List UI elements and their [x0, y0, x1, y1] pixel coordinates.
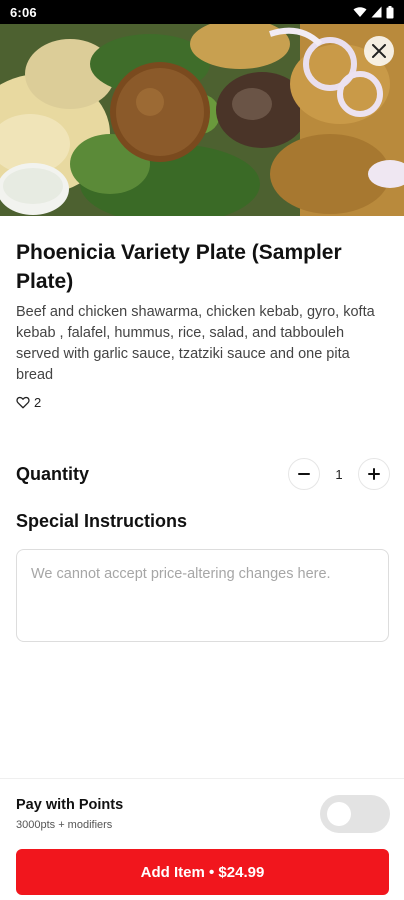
special-instructions-label: Special Instructions [16, 511, 188, 531]
close-icon [372, 44, 386, 58]
status-bar: 6:06 [0, 0, 404, 24]
heart-outline-icon [16, 396, 30, 409]
like-count-value: 2 [34, 395, 42, 410]
close-button[interactable] [364, 36, 394, 66]
pay-with-points-toggle[interactable] [320, 795, 390, 833]
item-title: Phoenicia Variety Plate (Sampler Plate) [16, 241, 342, 293]
checkout-footer: Pay with Points 3000pts + modifiers Add … [0, 778, 404, 900]
minus-icon [298, 473, 310, 475]
item-details: Phoenicia Variety Plate (Sampler Plate) … [16, 238, 388, 410]
pay-with-points-label: Pay with Points [16, 797, 124, 813]
add-item-button[interactable]: Add Item • $24.99 [16, 849, 389, 895]
quantity-row: Quantity 1 [16, 456, 390, 492]
toggle-knob [327, 802, 351, 826]
quantity-stepper: 1 [288, 458, 390, 490]
pay-with-points-subtext: 3000pts + modifiers [16, 819, 113, 831]
like-count[interactable]: 2 [16, 395, 388, 410]
quantity-label: Quantity [16, 463, 90, 484]
plus-icon [368, 468, 380, 480]
signal-icon [371, 6, 382, 18]
increment-button[interactable] [358, 458, 390, 490]
hero-image [0, 24, 404, 216]
item-description: Beef and chicken shawarma, chicken kebab… [16, 304, 375, 383]
battery-icon [386, 5, 394, 18]
decrement-button[interactable] [288, 458, 320, 490]
status-icons [353, 5, 394, 19]
special-instructions-input[interactable] [16, 549, 389, 642]
status-time: 6:06 [10, 4, 37, 20]
wifi-icon [353, 7, 367, 17]
food-photo [0, 24, 404, 216]
quantity-value: 1 [335, 466, 343, 482]
